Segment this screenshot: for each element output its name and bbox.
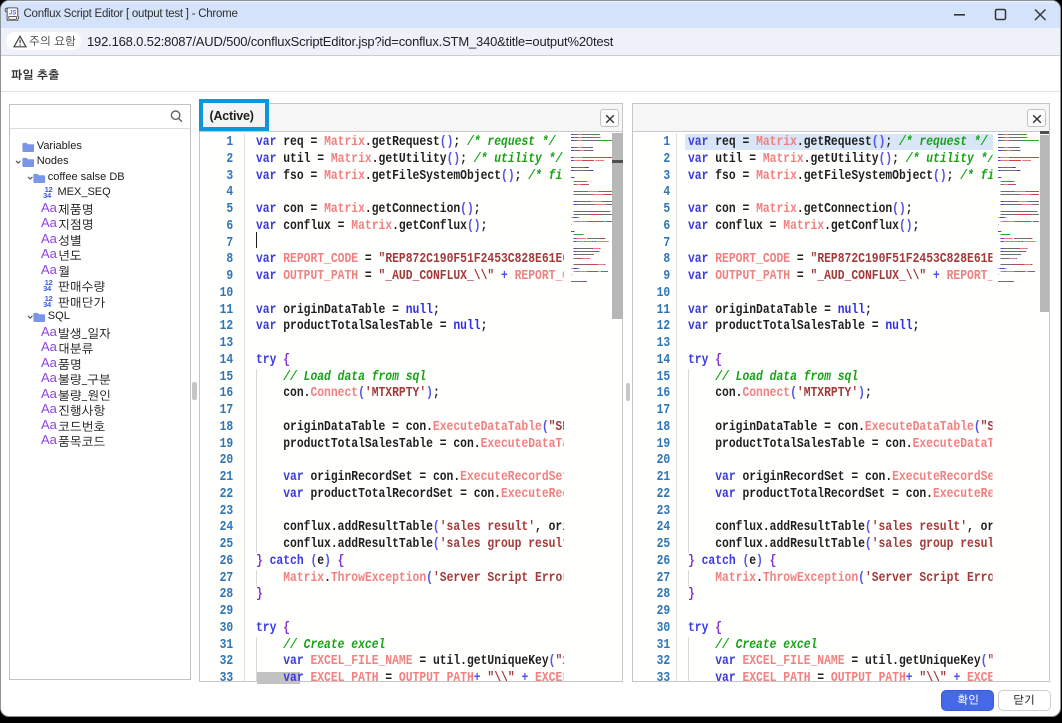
svg-text:JS: JS xyxy=(9,10,16,16)
